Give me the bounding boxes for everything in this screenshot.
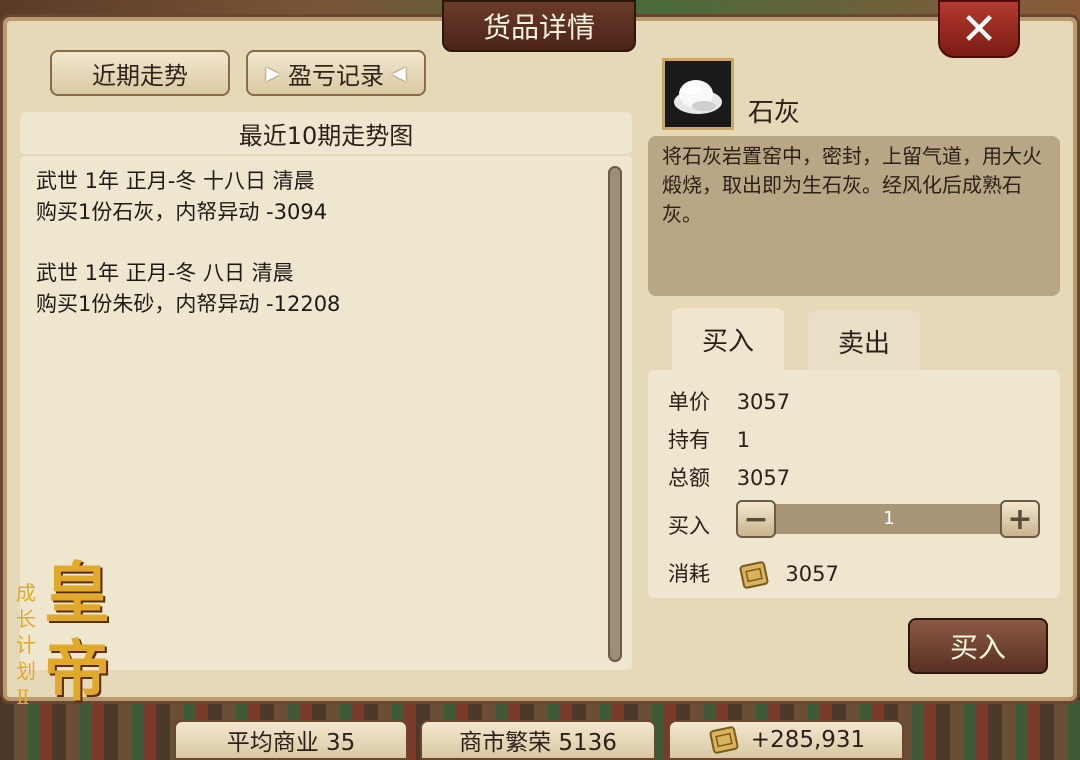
log-entry-date: 武世 1年 正月-冬 八日 清晨 [36, 261, 294, 285]
log-scrollbar[interactable] [608, 166, 622, 662]
tab-profit-record-label: 盈亏记录 [288, 61, 384, 90]
avg-commerce-badge: 平均商业 35 [174, 720, 408, 760]
log-entry: 武世 1年 正月-冬 八日 清晨 购买1份朱砂，内帑异动 -12208 [36, 258, 340, 320]
market-prosperity-badge: 商市繁荣 5136 [420, 720, 656, 760]
quantity-stepper[interactable]: 1 − + [736, 500, 1042, 538]
arrow-left-icon: ◀ [392, 62, 406, 84]
cost-value: 3057 [785, 562, 839, 586]
tab-recent-trend-label: 近期走势 [92, 61, 188, 90]
scroll-currency-icon [739, 561, 769, 589]
treasury-badge: +285,931 [668, 720, 904, 760]
window-title: 货品详情 [442, 0, 636, 52]
quantity-value: 1 [756, 504, 1022, 534]
tab-sell[interactable]: 卖出 [808, 310, 920, 372]
logo-big-char-2: 帝 [44, 632, 110, 710]
total-label: 总额 [668, 466, 710, 490]
logo-subtitle: 成长计划Ⅱ [16, 581, 36, 709]
lime-powder-icon [662, 58, 734, 130]
arrow-right-icon: ▶ [266, 62, 280, 84]
held-label: 持有 [668, 428, 710, 452]
chart-header: 最近10期走势图 [20, 112, 632, 154]
quantity-label: 买入 [668, 514, 710, 538]
tab-buy[interactable]: 买入 [672, 308, 784, 370]
buy-button[interactable]: 买入 [908, 618, 1048, 674]
tab-profit-record[interactable]: ▶ 盈亏记录 ◀ [246, 50, 426, 96]
log-entry: 武世 1年 正月-冬 十八日 清晨 购买1份石灰，内帑异动 -3094 [36, 166, 327, 228]
cost-row: 消耗 3057 [668, 558, 839, 590]
total-row: 总额 3057 [668, 462, 790, 492]
treasury-value: +285,931 [750, 727, 866, 753]
item-description: 将石灰岩置窑中，密封，上留气道，用大火煅烧，取出即为生石灰。经风化后成熟石灰。 [648, 136, 1060, 296]
log-entry-detail: 购买1份朱砂，内帑异动 -12208 [36, 292, 341, 316]
minus-button[interactable]: − [736, 500, 776, 538]
held-value: 1 [736, 428, 751, 452]
close-button[interactable]: ✕ [938, 0, 1020, 58]
unit-price-value: 3057 [736, 390, 791, 414]
cost-label: 消耗 [668, 562, 710, 586]
tab-recent-trend[interactable]: 近期走势 [50, 50, 230, 96]
item-name: 石灰 [748, 98, 801, 128]
unit-price-label: 单价 [668, 390, 710, 414]
unit-price-row: 单价 3057 [668, 386, 790, 416]
log-entry-detail: 购买1份石灰，内帑异动 -3094 [36, 200, 328, 224]
plus-button[interactable]: + [1000, 500, 1040, 538]
total-value: 3057 [736, 466, 791, 490]
held-row: 持有 1 [668, 424, 750, 454]
trade-panel: 单价 3057 持有 1 总额 3057 买入 1 − + 消耗 3057 [648, 370, 1060, 598]
game-logo: 皇 帝 成长计划Ⅱ [14, 540, 124, 720]
scroll-currency-icon [709, 726, 739, 754]
log-entry-date: 武世 1年 正月-冬 十八日 清晨 [36, 169, 315, 193]
